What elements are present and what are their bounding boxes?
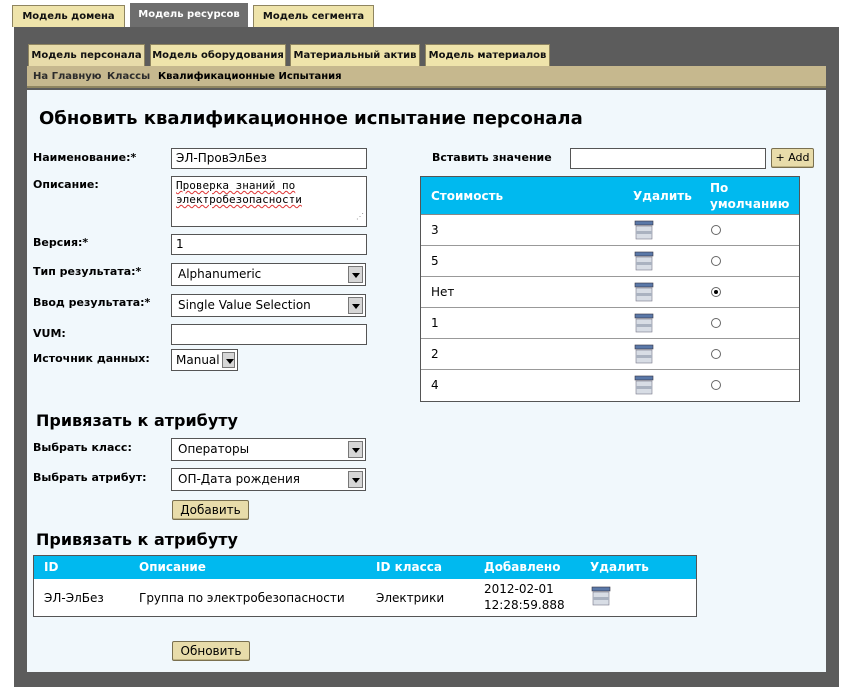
tab-resource-model[interactable]: Модель ресурсов — [130, 3, 248, 27]
description-label: Описание: — [33, 178, 99, 191]
select-class-label: Выбрать класс: — [33, 441, 132, 454]
default-radio[interactable] — [711, 349, 721, 359]
value-cell: 2 — [431, 347, 439, 361]
add-attribute-button[interactable]: Добавить — [172, 500, 249, 520]
chevron-down-icon[interactable] — [348, 266, 363, 283]
add-value-button[interactable]: + Add — [771, 148, 814, 168]
result-input-label: Ввод результата:* — [33, 296, 151, 309]
trash-icon[interactable] — [632, 342, 656, 366]
result-type-label: Тип результата:* — [33, 265, 142, 278]
value-cell: 3 — [431, 223, 439, 237]
trash-icon[interactable] — [632, 218, 656, 242]
default-header-line1: По — [710, 181, 729, 195]
data-source-select[interactable]: Manual — [171, 349, 238, 371]
trash-icon[interactable] — [632, 249, 656, 273]
values-table-header: Стоимость Удалить По умолчанию — [421, 177, 799, 215]
select-class-dropdown[interactable]: Операторы — [171, 438, 366, 461]
values-table: Стоимость Удалить По умолчанию 3 5 Нет 1 2 4 — [420, 176, 800, 402]
bind-section-title: Привязать к атрибуту — [36, 411, 238, 430]
value-cell: 1 — [431, 316, 439, 330]
page-title: Обновить квалификационное испытание перс… — [39, 108, 583, 129]
row-desc: Группа по электробезопасности — [139, 591, 345, 605]
default-radio[interactable] — [711, 318, 721, 328]
tab-segment-model[interactable]: Модель сегмента — [253, 5, 374, 27]
desc-header: Описание — [139, 560, 206, 574]
result-type-select[interactable]: Alphanumeric — [171, 263, 366, 286]
table-row: 1 — [421, 308, 799, 339]
trash-icon[interactable] — [632, 280, 656, 304]
value-cell: 4 — [431, 378, 439, 392]
id-header: ID — [44, 560, 59, 574]
trash-icon[interactable] — [589, 584, 613, 608]
value-cell: Нет — [431, 285, 455, 299]
update-button[interactable]: Обновить — [172, 641, 250, 661]
default-radio[interactable] — [711, 256, 721, 266]
insert-value-input[interactable] — [570, 148, 766, 169]
attr-section-title: Привязать к атрибуту — [36, 530, 238, 549]
added-header: Добавлено — [484, 560, 561, 574]
chevron-down-icon[interactable] — [348, 471, 363, 488]
select-attribute-label: Выбрать атрибут: — [33, 471, 147, 484]
row-class-id: Электрики — [376, 591, 445, 605]
default-radio[interactable] — [711, 225, 721, 235]
resize-grip-icon[interactable]: ⋰ — [356, 210, 364, 224]
default-radio[interactable] — [711, 287, 721, 297]
vum-input[interactable] — [171, 324, 367, 345]
select-class-value: Операторы — [178, 442, 250, 456]
breadcrumb-current: Квалификационные Испытания — [158, 71, 342, 82]
breadcrumb-home[interactable]: На Главную — [33, 71, 102, 82]
vum-label: VUM: — [33, 327, 66, 340]
default-radio[interactable] — [711, 380, 721, 390]
select-attribute-value: ОП-Дата рождения — [178, 472, 300, 486]
trash-icon[interactable] — [632, 373, 656, 397]
table-row: Нет — [421, 277, 799, 308]
description-text: Проверка знаний по электробезопасности — [176, 179, 302, 206]
breadcrumb-classes[interactable]: Классы — [107, 71, 150, 82]
data-source-label: Источник данных: — [33, 352, 150, 365]
select-attribute-dropdown[interactable]: ОП-Дата рождения — [171, 468, 366, 491]
chevron-down-icon[interactable] — [222, 352, 235, 368]
class-id-header: ID класса — [376, 560, 442, 574]
tab-personnel-model[interactable]: Модель персонала — [28, 44, 145, 67]
top-tab-bar: Модель домена Модель ресурсов Модель сег… — [0, 0, 856, 27]
breadcrumb: На Главную Классы Квалификационные Испыт… — [27, 66, 826, 88]
table-row: 4 — [421, 370, 799, 401]
row-added-date: 2012-02-01 — [484, 582, 554, 596]
table-row: ЭЛ-ЭлБез Группа по электробезопасности Э… — [34, 579, 696, 617]
table-row: 3 — [421, 215, 799, 246]
data-source-value: Manual — [176, 353, 220, 367]
tab-equipment-model[interactable]: Модель оборудования — [150, 44, 286, 66]
attributes-table-header: ID Описание ID класса Добавлено Удалить — [34, 556, 696, 579]
insert-value-label: Вставить значение — [432, 151, 552, 164]
row-id: ЭЛ-ЭлБез — [44, 591, 104, 605]
version-label: Версия:* — [33, 236, 89, 249]
name-label: Наименование:* — [33, 151, 137, 164]
row-added-time: 12:28:59.888 — [484, 598, 565, 612]
result-type-value: Alphanumeric — [178, 267, 262, 281]
tab-domain-model[interactable]: Модель домена — [12, 5, 125, 27]
description-textarea[interactable]: Проверка знаний по электробезопасности ⋰ — [171, 176, 367, 227]
trash-icon[interactable] — [632, 311, 656, 335]
tab-materials-model[interactable]: Модель материалов — [425, 44, 550, 66]
delete-header: Удалить — [590, 560, 649, 574]
chevron-down-icon[interactable] — [348, 441, 363, 458]
chevron-down-icon[interactable] — [348, 297, 363, 314]
name-input[interactable]: ЭЛ-ПровЭлБез — [171, 148, 367, 169]
tab-material-asset[interactable]: Материальный актив — [290, 44, 420, 66]
value-cell: 5 — [431, 254, 439, 268]
result-input-select[interactable]: Single Value Selection — [171, 294, 366, 317]
default-header-line2: умолчанию — [710, 197, 790, 211]
result-input-value: Single Value Selection — [178, 298, 311, 312]
version-input[interactable]: 1 — [171, 234, 367, 255]
delete-header: Удалить — [633, 189, 692, 203]
table-row: 5 — [421, 246, 799, 277]
table-row: 2 — [421, 339, 799, 370]
attributes-table: ID Описание ID класса Добавлено Удалить … — [33, 555, 697, 617]
cost-header: Стоимость — [431, 189, 504, 203]
